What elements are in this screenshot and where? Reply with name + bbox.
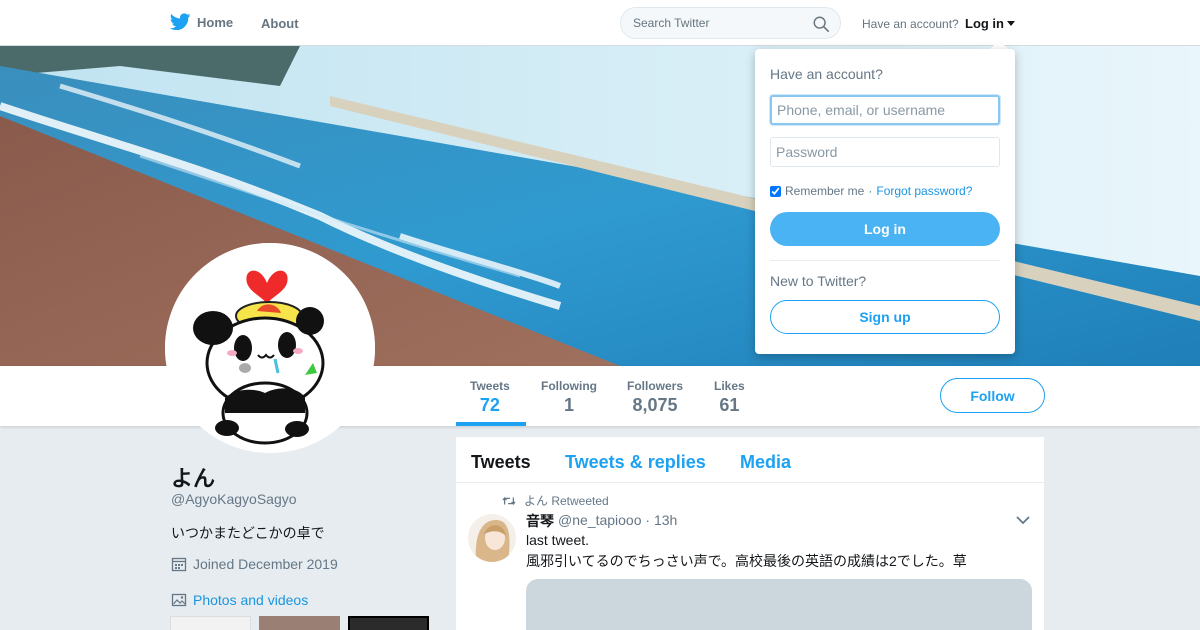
stat-value: 1 <box>563 395 574 415</box>
caret-down-icon <box>1007 21 1015 26</box>
login-dropdown: Have an account? Remember me · Forgot pa… <box>755 49 1015 354</box>
nav-about-link[interactable]: About <box>261 16 299 31</box>
tweet-item[interactable]: よん Retweeted 音琴 @ne_tapiooo · 13h last t… <box>456 437 1044 630</box>
username-field[interactable] <box>770 95 1000 125</box>
profile-joined: Joined December 2019 <box>171 556 338 572</box>
profile-name[interactable]: よん <box>171 461 215 493</box>
panda-avatar-image <box>165 243 375 453</box>
tweet-author-name[interactable]: 音琴 <box>526 511 554 531</box>
dropdown-arrow <box>990 40 1008 49</box>
stat-value: 8,075 <box>632 395 678 415</box>
author-avatar-image <box>468 514 516 562</box>
search-icon[interactable] <box>812 15 830 33</box>
tweet-text: 風邪引いてるのでちっさい声で。高校最後の英語の成績は2でした。草 <box>526 553 967 569</box>
retweet-context: よん Retweeted <box>502 492 609 509</box>
search-input[interactable] <box>633 8 813 38</box>
top-nav: Home About Have an account? Log in <box>0 0 1200 46</box>
avatar[interactable] <box>165 243 375 453</box>
remember-checkbox[interactable] <box>770 185 781 197</box>
password-field[interactable] <box>770 137 1000 167</box>
tweet-author-meta[interactable]: @ne_tapiooo · 13h <box>558 512 677 528</box>
tweet-author-avatar[interactable] <box>468 514 516 562</box>
stat-tweets[interactable]: Tweets 72 <box>470 379 510 416</box>
nav-home-label: Home <box>197 14 234 30</box>
stat-likes[interactable]: Likes 61 <box>714 379 745 416</box>
image-icon <box>171 593 187 607</box>
divider <box>770 260 1000 261</box>
stat-label: Tweets <box>470 379 510 393</box>
media-thumbnail[interactable] <box>348 616 429 630</box>
remember-label[interactable]: Remember me <box>785 184 864 198</box>
tweet-text: last tweet. <box>526 532 590 548</box>
media-thumbnail[interactable] <box>259 616 340 630</box>
twitter-bird-icon <box>170 13 191 31</box>
calendar-icon <box>171 557 187 572</box>
profile-handle[interactable]: @AgyoKagyoSagyo <box>171 491 297 507</box>
separator: · <box>868 184 873 198</box>
stat-label: Followers <box>627 379 684 393</box>
photos-videos-link[interactable]: Photos and videos <box>171 592 308 608</box>
have-account-text: Have an account? <box>862 17 959 31</box>
stat-value: 61 <box>719 395 740 415</box>
chevron-down-icon[interactable] <box>1016 515 1030 525</box>
stat-followers[interactable]: Followers 8,075 <box>627 379 683 416</box>
retweet-label: よん Retweeted <box>524 494 609 508</box>
forgot-password-link[interactable]: Forgot password? <box>876 184 972 198</box>
joined-text: Joined December 2019 <box>193 556 338 572</box>
dropdown-title: Have an account? <box>770 66 883 82</box>
photos-videos-label: Photos and videos <box>193 592 309 608</box>
login-button[interactable]: Log in <box>770 212 1000 246</box>
follow-button[interactable]: Follow <box>940 378 1045 413</box>
stat-label: Likes <box>714 379 745 393</box>
new-to-twitter-text: New to Twitter? <box>770 273 867 289</box>
tweet-media[interactable] <box>526 579 1032 630</box>
stat-value: 72 <box>479 395 500 415</box>
remember-row: Remember me · Forgot password? <box>770 184 972 198</box>
login-dropdown-toggle[interactable]: Log in <box>965 16 1015 31</box>
stat-label: Following <box>541 379 597 393</box>
media-thumbnail[interactable] <box>170 616 251 630</box>
login-link-label: Log in <box>965 16 1004 31</box>
retweet-icon <box>502 496 516 505</box>
search-box[interactable] <box>620 7 841 39</box>
nav-home-link[interactable]: Home <box>170 13 233 31</box>
stat-following[interactable]: Following 1 <box>541 379 597 416</box>
profile-bio: いつかまたどこかの卓で <box>171 525 325 541</box>
signup-button[interactable]: Sign up <box>770 300 1000 334</box>
active-tab-underline <box>456 422 526 426</box>
